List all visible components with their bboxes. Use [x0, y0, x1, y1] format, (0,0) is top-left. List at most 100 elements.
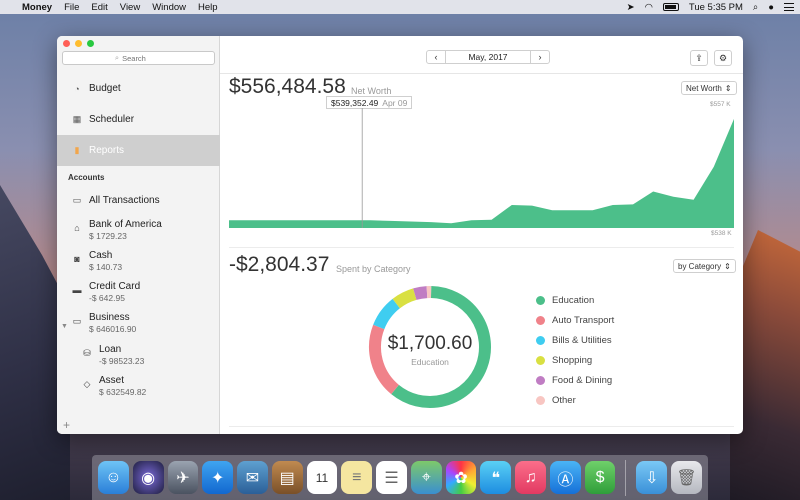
legend-swatch [536, 295, 545, 305]
accounts-section-title: Accounts [68, 173, 105, 182]
menu-help[interactable]: Help [198, 2, 218, 13]
legend-item-shopping[interactable]: Shopping [536, 350, 614, 370]
legend-label: Bills & Utilities [552, 334, 612, 346]
location-icon[interactable]: ➤ [627, 2, 635, 13]
bank-icon: ⌂ [74, 223, 80, 233]
bar-chart-icon: ▮ [74, 145, 80, 155]
reports-main: ‹ May, 2017 › ⇪ ⚙ $556,484.58 Net Worth … [220, 36, 743, 434]
net-worth-area [229, 118, 734, 228]
add-account-button[interactable]: + [63, 418, 70, 432]
spotlight-search-icon[interactable]: ⌕ [753, 2, 758, 13]
notification-center-icon[interactable] [784, 3, 794, 11]
search-input[interactable] [122, 53, 163, 63]
account-credit-card[interactable]: ▬ Credit Card -$ 642.95 [57, 281, 220, 311]
account-business[interactable]: ▭ Business $ 646016.90 [57, 312, 220, 342]
up-down-chevron-icon: ⇕ [724, 83, 732, 93]
battery-icon[interactable] [662, 3, 679, 11]
legend-label: Food & Dining [552, 374, 613, 386]
mail-icon[interactable]: ✉ [237, 461, 268, 494]
sidebar-item-all-transactions[interactable]: ▭ All Transactions [57, 185, 220, 216]
sidebar-item-label: Scheduler [89, 114, 135, 125]
legend-swatch [536, 375, 545, 385]
sidebar-item-budget[interactable]: ◔ Budget [57, 73, 220, 104]
legend-item-auto-transport[interactable]: Auto Transport [536, 310, 614, 330]
menu-file[interactable]: File [64, 2, 79, 13]
siri-icon[interactable]: ● [768, 2, 774, 13]
account-asset[interactable]: ◇ Asset $ 632549.82 [57, 375, 220, 405]
account-balance: $ 632549.82 [99, 387, 147, 397]
share-button[interactable]: ⇪ [690, 50, 708, 66]
legend-label: Other [552, 394, 576, 406]
account-name: Loan [99, 344, 122, 355]
maps-icon[interactable]: ⌖ [410, 461, 442, 494]
minimize-window-button[interactable] [75, 40, 82, 47]
tooltip-date: Apr 09 [382, 97, 408, 108]
menu-app-name[interactable]: Money [22, 2, 52, 13]
trash-icon[interactable]: 🗑 [671, 461, 702, 494]
donut-center-value: $1,700.60 [388, 333, 473, 354]
previous-month-button[interactable]: ‹ [426, 50, 446, 64]
inbox-icon: ▭ [72, 195, 82, 205]
account-loan[interactable]: ⛁ Loan -$ 98523.23 [57, 344, 220, 374]
legend-swatch [536, 315, 545, 325]
sidebar: ⌕ ◔ Budget ▦ Scheduler ▮ Reports Account… [57, 36, 220, 434]
messages-icon[interactable]: ❝ [480, 461, 512, 494]
launchpad-rocket-icon[interactable]: ✈ [167, 461, 199, 494]
wifi-icon[interactable]: ◠ [645, 2, 653, 13]
menu-view[interactable]: View [120, 2, 140, 13]
calendar-icon[interactable]: 11 [306, 461, 338, 494]
account-balance: $ 646016.90 [89, 324, 137, 334]
legend-swatch [536, 395, 545, 405]
sidebar-item-label: Reports [89, 145, 125, 156]
itunes-music-icon[interactable]: ♫ [515, 461, 546, 494]
zoom-window-button[interactable] [87, 40, 94, 47]
search-field[interactable]: ⌕ [62, 51, 215, 65]
spent-label: Spent by Category [336, 264, 411, 274]
legend-item-food-dining[interactable]: Food & Dining [536, 370, 614, 390]
group-by-dropdown[interactable]: by Category ⇕ [673, 259, 736, 273]
menu-window[interactable]: Window [152, 2, 186, 13]
loan-icon: ⛁ [83, 347, 91, 358]
net-worth-area-chart[interactable] [229, 108, 734, 233]
date-navigator: ‹ May, 2017 › [426, 50, 550, 64]
donut-slice-food-dining[interactable] [413, 286, 428, 300]
sidebar-item-reports[interactable]: ▮ Reports [57, 135, 220, 166]
menubar-clock[interactable]: Tue 5:35 PM [689, 2, 743, 13]
account-bank-of-america[interactable]: ⌂ Bank of America $ 1729.23 [57, 219, 220, 249]
axis-max-label: $557 K [710, 101, 731, 108]
sidebar-item-scheduler[interactable]: ▦ Scheduler [57, 104, 220, 135]
siri-icon[interactable]: ◉ [132, 461, 164, 494]
toolbar-divider [220, 73, 743, 74]
contacts-icon[interactable]: ▤ [271, 461, 303, 494]
tooltip-value: $539,352.49 [331, 97, 379, 108]
next-month-button[interactable]: › [530, 50, 550, 64]
legend-item-other[interactable]: Other [536, 390, 614, 410]
account-name: Cash [89, 250, 113, 261]
legend-item-education[interactable]: Education [536, 290, 614, 310]
reminders-icon[interactable]: ☰ [376, 461, 407, 494]
account-balance: $ 140.73 [89, 262, 123, 272]
account-name: Bank of America [89, 219, 162, 230]
safari-compass-icon[interactable]: ✦ [202, 461, 234, 494]
gear-icon: ⚙ [718, 52, 728, 63]
legend-item-bills-utilities[interactable]: Bills & Utilities [536, 330, 614, 350]
diamond-icon: ◇ [83, 378, 91, 389]
account-cash[interactable]: ◙ Cash $ 140.73 [57, 250, 220, 280]
settings-button[interactable]: ⚙ [714, 50, 732, 66]
dock: ☺ ◉ ✈ ✦ ✉ ▤ 11 ≡ ☰ ⌖ ✿ ❝ ♫ Ⓐ $ ⇩ 🗑 [92, 455, 708, 500]
photos-icon[interactable]: ✿ [445, 461, 477, 494]
notes-icon[interactable]: ≡ [341, 461, 373, 494]
downloads-folder-icon[interactable]: ⇩ [636, 461, 668, 494]
donut-slice-bills-utilities[interactable] [373, 298, 401, 330]
app-store-icon[interactable]: Ⓐ [549, 461, 581, 494]
account-balance: -$ 98523.23 [99, 356, 145, 366]
close-window-button[interactable] [63, 40, 70, 47]
money-app-icon[interactable]: $ [584, 461, 616, 494]
donut-slice-shopping[interactable] [392, 288, 417, 309]
dock-separator [625, 459, 627, 496]
finder-icon[interactable]: ☺ [98, 461, 129, 494]
menubar: Money File Edit View Window Help ➤ ◠ Tue… [0, 0, 800, 14]
report-type-dropdown[interactable]: Net Worth ⇕ [681, 81, 737, 95]
menu-edit[interactable]: Edit [91, 2, 107, 13]
spending-donut-chart[interactable]: $1,700.60 Education [365, 282, 495, 412]
